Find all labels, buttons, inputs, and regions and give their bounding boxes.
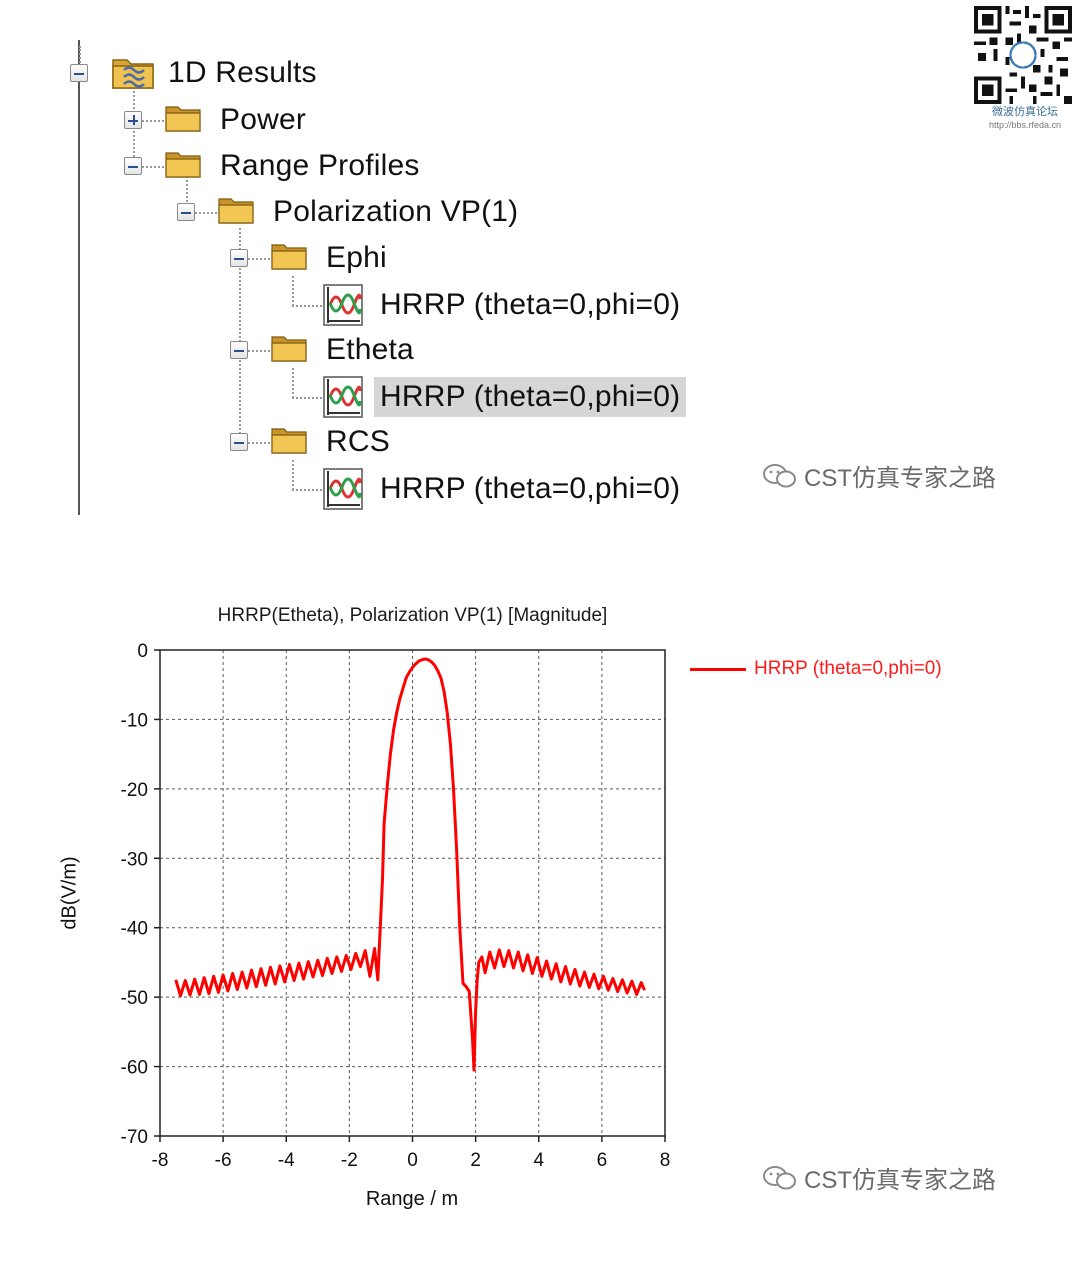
x-tick-label: 6: [597, 1150, 608, 1171]
x-tick-label: 8: [660, 1150, 671, 1171]
x-tick-label: -4: [278, 1150, 295, 1171]
y-axis-label: dB(V/m): [58, 856, 81, 930]
x-tick-label: 2: [470, 1150, 481, 1171]
series-line-0: [174, 657, 646, 1072]
x-tick-label: 4: [533, 1150, 544, 1171]
x-tick-label: 0: [407, 1150, 418, 1171]
x-axis-label: Range / m: [365, 1188, 459, 1210]
hrrp-chart: -8 -6 -4 -2 0 2 4 6 80-10-20-30-40-50-60-70: [121, 641, 671, 1171]
y-tick-label: -10: [121, 710, 148, 731]
y-tick-label: -30: [121, 849, 148, 870]
x-tick-label: -2: [341, 1150, 358, 1171]
legend-swatch: [690, 667, 746, 671]
y-tick-label: -60: [121, 1058, 148, 1079]
y-tick-label: -40: [121, 919, 148, 940]
x-tick-label: -8: [152, 1150, 169, 1171]
y-tick-label: -20: [121, 780, 148, 801]
chart-legend: HRRP (theta=0,phi=0): [690, 658, 942, 680]
y-tick-label: 0: [137, 641, 148, 662]
y-tick-label: -70: [121, 1127, 148, 1148]
y-tick-label: -50: [121, 988, 148, 1009]
legend-entry: HRRP (theta=0,phi=0): [754, 658, 942, 679]
x-tick-label: -6: [215, 1150, 232, 1171]
